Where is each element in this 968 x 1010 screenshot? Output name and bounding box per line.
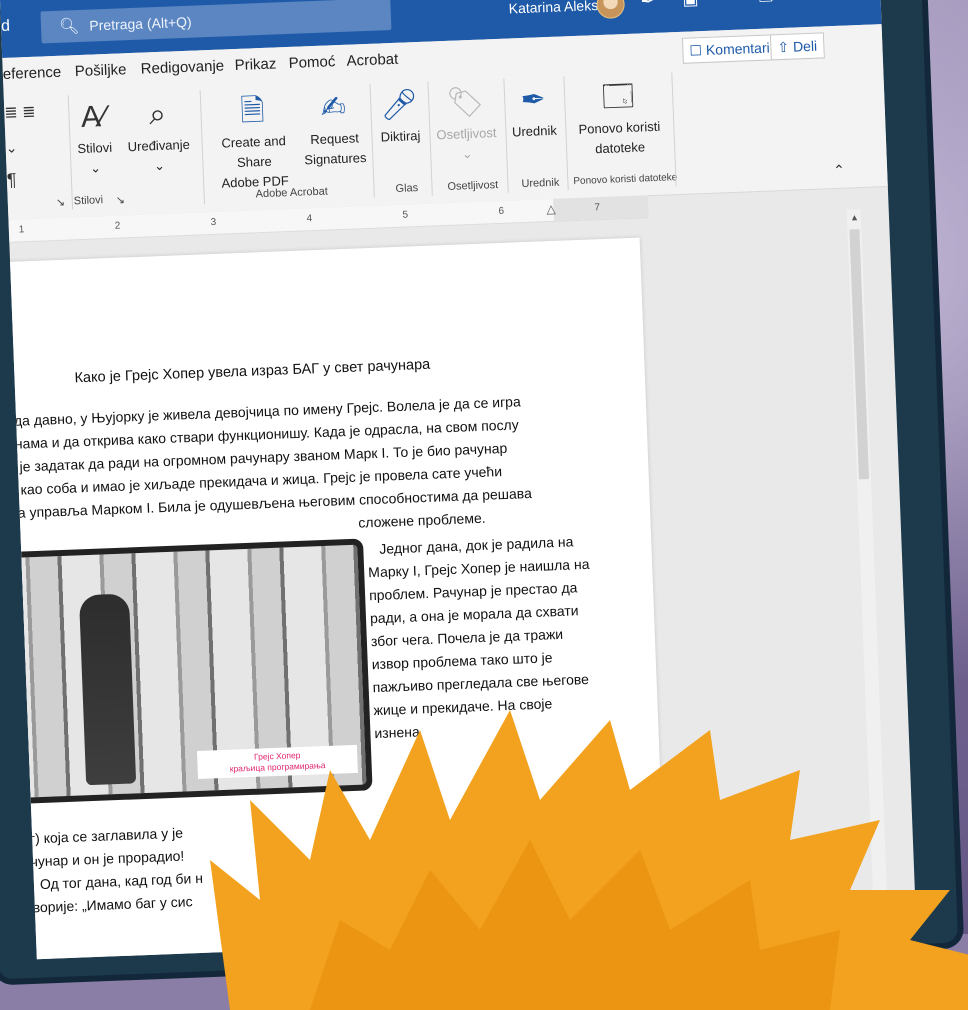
editor-pen-icon: ✒ bbox=[520, 83, 547, 118]
chevron-down-icon: ⌄ bbox=[153, 157, 166, 174]
signature-icon: ✍︎ bbox=[320, 90, 347, 125]
minimize-icon[interactable]: – bbox=[722, 0, 732, 8]
dictate-button[interactable]: 🎤︎ Diktiraj bbox=[376, 84, 424, 148]
group-label-editor: Urednik bbox=[521, 176, 560, 191]
magnifier-icon: ⌕ bbox=[148, 97, 167, 132]
group-label-styles: Stilovi bbox=[73, 194, 104, 208]
collapse-ribbon-icon[interactable]: ⌃ bbox=[833, 162, 845, 179]
share-icon: ⇧ bbox=[777, 38, 790, 55]
sensitivity-button[interactable]: 🏷︎ Osetljivost ⌄ bbox=[432, 81, 501, 165]
ruler-margin-area bbox=[553, 195, 649, 221]
search-placeholder: Pretraga (Alt+Q) bbox=[89, 13, 192, 34]
close-icon[interactable]: ✕ bbox=[796, 0, 811, 5]
ribbon-separator bbox=[671, 72, 677, 187]
chevron-down-icon: ⌄ bbox=[89, 160, 102, 176]
tab-acrobat[interactable]: Acrobat bbox=[346, 51, 398, 70]
restore-icon[interactable]: ❐ bbox=[758, 0, 774, 7]
person-figure bbox=[78, 593, 137, 786]
microphone-icon: 🎤︎ bbox=[379, 88, 420, 123]
editor-button[interactable]: ✒ Urednik bbox=[507, 79, 559, 143]
designer-icon[interactable]: ✒ bbox=[640, 0, 655, 11]
comment-icon: ☐ bbox=[689, 41, 703, 59]
group-label-sensitivity: Osetljivost bbox=[447, 179, 499, 193]
editing-button[interactable]: ⌕ Uređivanje ⌄ bbox=[126, 93, 191, 177]
chevron-down-icon[interactable]: ⌄ bbox=[5, 137, 17, 157]
group-label-reuse: Ponovo koristi datoteke bbox=[573, 172, 678, 188]
indent-marker-icon[interactable]: △ bbox=[546, 202, 556, 216]
comments-button[interactable]: ☐ Komentari bbox=[681, 34, 778, 64]
reuse-files-button[interactable]: 🗔︎ Ponovo koristi datoteke bbox=[569, 75, 668, 161]
search-icon: 🔍︎ bbox=[58, 17, 80, 36]
styles-icon: A⁄ bbox=[80, 100, 107, 134]
group-label-adobe: Adobe Acrobat bbox=[255, 185, 328, 201]
group-launcher-icon[interactable]: ↘ bbox=[116, 193, 126, 206]
user-name[interactable]: Katarina Aleksić bbox=[508, 0, 608, 16]
document-title: Како је Грејс Хопер увела израз БАГ у св… bbox=[74, 356, 431, 387]
request-signatures-button[interactable]: ✍︎ Request Signatures bbox=[302, 86, 367, 170]
reuse-files-icon: 🗔︎ bbox=[601, 79, 636, 114]
chevron-down-icon: ⌄ bbox=[461, 145, 473, 162]
tab-references[interactable]: eference bbox=[3, 64, 62, 83]
paragraph-line: сложене проблеме. bbox=[358, 509, 486, 531]
scrollbar-thumb[interactable] bbox=[849, 229, 870, 480]
pdf-export-icon: 🗎︎ bbox=[239, 93, 266, 128]
search-box[interactable]: 🔍︎ Pretraga (Alt+Q) bbox=[40, 0, 392, 44]
document-name-fragment: d bbox=[0, 17, 11, 35]
tab-review[interactable]: Redigovanje bbox=[140, 57, 224, 77]
ribbon-display-icon[interactable]: ▣ bbox=[682, 0, 699, 10]
ribbon-separator bbox=[563, 76, 569, 191]
paragraph-mark-icon[interactable]: ¶ bbox=[7, 170, 17, 190]
create-share-pdf-button[interactable]: 🗎︎ Create and Share Adobe PDF bbox=[204, 89, 304, 195]
group-label-voice: Glas bbox=[395, 182, 419, 195]
cartoon-hair bbox=[210, 710, 968, 1010]
ribbon-separator bbox=[369, 83, 375, 198]
avatar[interactable] bbox=[596, 0, 626, 20]
styles-button[interactable]: A⁄ Stilovi ⌄ bbox=[70, 96, 119, 180]
share-button[interactable]: ⇧ Deli bbox=[769, 32, 825, 61]
tab-mailings[interactable]: Pošiljke bbox=[74, 61, 126, 80]
indent-icon[interactable]: ≣ ≣ bbox=[4, 103, 36, 124]
sensitivity-icon: 🏷︎ bbox=[445, 85, 485, 120]
tab-view[interactable]: Prikaz bbox=[234, 55, 276, 74]
group-launcher-icon[interactable]: ↘ bbox=[56, 196, 66, 209]
tab-help[interactable]: Pomoć bbox=[288, 53, 335, 72]
scroll-up-icon[interactable]: ▲ bbox=[850, 212, 859, 222]
